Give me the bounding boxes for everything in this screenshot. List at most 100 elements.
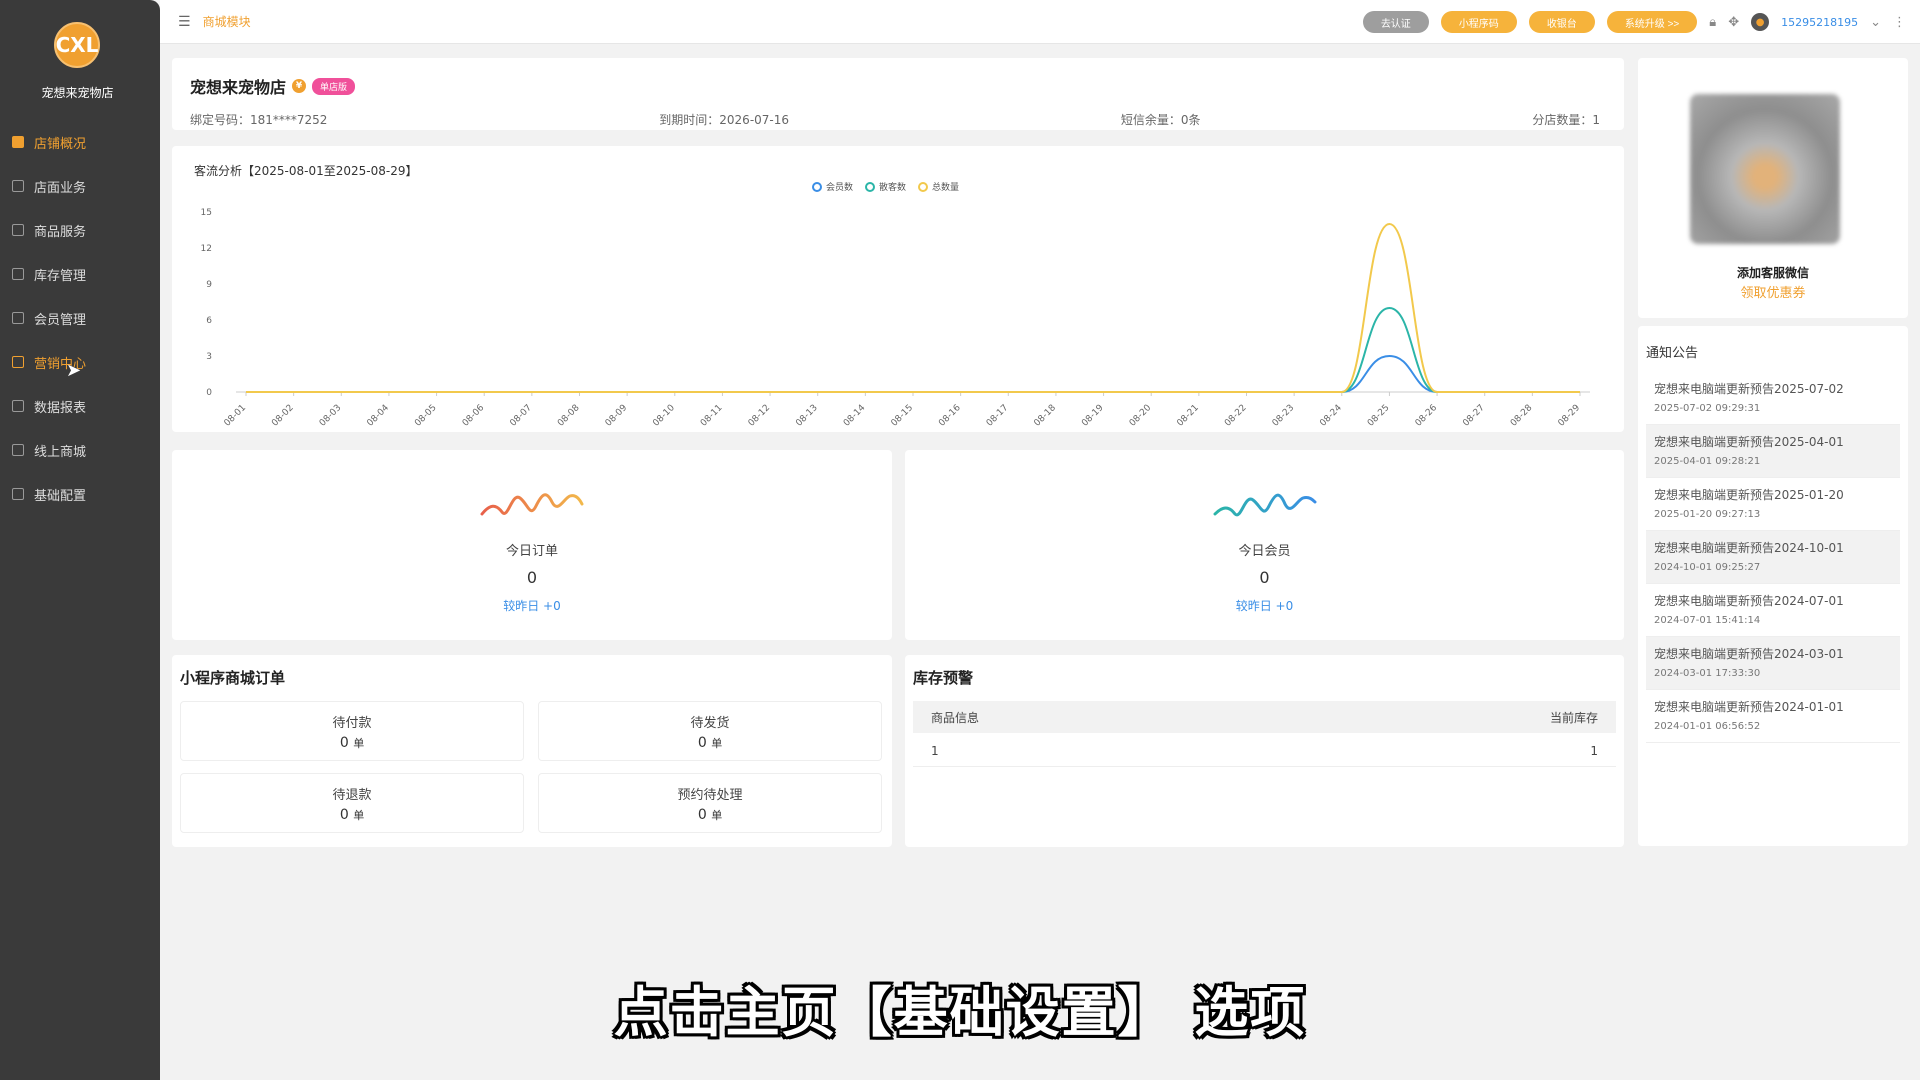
sidebar-item-reports[interactable]: 数据报表 [0,384,160,428]
chevron-down-icon[interactable]: ⌄ [1870,15,1881,30]
x-tick-label: 08-25 [1366,403,1392,429]
x-tick-label: 08-10 [651,403,677,429]
today-orders-delta: 较昨日 +0 [503,599,561,613]
order-cell-pending-payment[interactable]: 待付款 0 单 [180,701,524,761]
x-tick-label: 08-18 [1032,403,1058,429]
mini-program-code-button[interactable]: 小程序码 [1440,11,1517,33]
x-tick-label: 08-06 [461,403,487,429]
x-tick-label: 08-13 [794,403,820,429]
x-tick-label: 08-27 [1461,403,1487,429]
stock-table-header: 商品信息 当前库存 [913,701,1616,733]
store-info-row: 绑定号码：181****7252 到期时间：2026-07-16 短信余量：0条… [190,111,1600,128]
verify-button[interactable]: 去认证 [1362,11,1429,33]
x-tick-label: 08-19 [1080,403,1106,429]
notice-item-date: 2025-04-01 09:28:21 [1654,456,1761,467]
x-tick-label: 08-23 [1271,403,1297,429]
sms-balance: 短信余量：0条 [1120,113,1201,127]
list-item[interactable]: 宠想来电脑端更新预告2024-03-01 2024-03-01 17:33:30 [1646,637,1900,690]
sidebar-item-label: 店铺概况 [34,136,87,152]
coin-icon: ¥ [292,79,307,93]
cashier-button[interactable]: 收银台 [1528,11,1595,33]
notice-item-title: 宠想来电脑端更新预告2025-04-01 [1654,435,1844,449]
x-tick-label: 08-05 [413,403,439,429]
order-cell-value: 0 单 [697,807,723,823]
traffic-line-chart: 0 3 6 9 12 15 08-01 08-02 08-03 08-04 08-05 08-06 08… [201,208,1590,429]
order-cell-label: 待退款 [332,788,372,803]
sidebar-item-label: 库存管理 [34,268,87,284]
menu-toggle-icon[interactable]: ☰ [178,14,191,30]
user-phone[interactable]: 15295218195 [1781,16,1858,29]
mini-orders-title: 小程序商城订单 [180,669,286,687]
notice-item-title: 宠想来电脑端更新预告2024-01-01 [1654,700,1844,714]
x-tick-label: 08-24 [1318,403,1344,429]
sidebar: CXL 宠想来宠物店 店铺概况 店面业务 商品服务 库存管理 会员管理 营销中心… [0,0,160,1080]
notice-item-title: 宠想来电脑端更新预告2025-07-02 [1654,382,1844,396]
x-tick-label: 08-01 [223,403,249,429]
x-tick-label: 08-04 [365,403,391,429]
order-cell-label: 待发货 [690,716,730,731]
x-tick-label: 08-11 [699,403,725,429]
x-tick-label: 08-14 [842,403,868,429]
more-vertical-icon[interactable]: ⋮ [1893,15,1906,30]
system-upgrade-button[interactable]: 系统升级 >> [1606,11,1698,33]
cell-stock: 1 [1590,743,1598,758]
x-tick-label: 08-16 [937,403,963,429]
order-cell-pending-shipment[interactable]: 待发货 0 单 [538,701,882,761]
sidebar-item-label: 店面业务 [34,180,87,196]
stock-warning-panel: 库存预警 商品信息 当前库存 1 1 [905,655,1624,847]
sidebar-item-store-business[interactable]: 店面业务 [0,164,160,208]
edition-badge: 单店版 [312,77,356,95]
goods-icon [12,224,24,236]
list-item[interactable]: 宠想来电脑端更新预告2024-10-01 2024-10-01 09:25:27 [1646,531,1900,584]
store-info-panel: 宠想来宠物店 ¥ 单店版 绑定号码：181****7252 到期时间：2026-… [172,58,1624,130]
x-tick-label: 08-12 [747,403,773,429]
report-icon [12,400,24,412]
x-tick-label: 08-09 [604,403,630,429]
list-item[interactable]: 宠想来电脑端更新预告2025-01-20 2025-01-20 09:27:13 [1646,478,1900,531]
x-tick-label: 08-07 [508,403,534,429]
coupon-link[interactable]: 领取优惠券 [1638,282,1908,301]
expire-time: 到期时间：2026-07-16 [659,113,790,127]
store-name: 宠想来宠物店 [190,78,287,97]
sidebar-store-name: 宠想来宠物店 [41,86,114,100]
notice-item-date: 2024-10-01 09:25:27 [1654,562,1761,573]
column-header-stock: 当前库存 [1549,710,1598,725]
today-members-card: 今日会员 0 较昨日 +0 [905,450,1624,640]
fullscreen-icon[interactable]: ✥ [1728,15,1739,30]
notice-list: 宠想来电脑端更新预告2025-07-02 2025-07-02 09:29:31 … [1646,372,1900,743]
order-cell-pending-refund[interactable]: 待退款 0 单 [180,773,524,833]
sidebar-item-label: 基础配置 [34,488,87,504]
sidebar-item-online-mall[interactable]: 线上商城 [0,428,160,472]
sidebar-item-label: 数据报表 [34,400,87,416]
order-cell-value: 0 单 [339,807,365,823]
lock-icon[interactable]: 🔒︎ [1709,15,1716,30]
mall-module-link[interactable]: 商城模块 [203,13,251,30]
today-members-label: 今日会员 [1238,544,1291,559]
list-item[interactable]: 宠想来电脑端更新预告2024-01-01 2024-01-01 06:56:52 [1646,690,1900,743]
sidebar-item-inventory[interactable]: 库存管理 [0,252,160,296]
sidebar-item-goods-service[interactable]: 商品服务 [0,208,160,252]
notice-item-title: 宠想来电脑端更新预告2025-01-20 [1654,488,1844,502]
branch-count: 分店数量：1 [1532,113,1600,127]
table-row[interactable]: 1 1 [913,735,1616,767]
avatar[interactable]: ● [1751,13,1770,31]
mall-icon [12,444,24,456]
list-item[interactable]: 宠想来电脑端更新预告2024-07-01 2024-07-01 15:41:14 [1646,584,1900,637]
notice-item-date: 2025-01-20 09:27:13 [1654,509,1761,520]
order-cell-pending-booking[interactable]: 预约待处理 0 单 [538,773,882,833]
sidebar-item-store-overview[interactable]: 店铺概况 [0,120,160,164]
y-tick-label: 3 [206,352,212,362]
sidebar-item-basic-config[interactable]: 基础配置 [0,472,160,516]
list-item[interactable]: 宠想来电脑端更新预告2025-04-01 2025-04-01 09:28:21 [1646,425,1900,478]
x-tick-label: 08-22 [1223,403,1249,429]
y-tick-label: 6 [206,316,212,326]
notice-item-date: 2024-01-01 06:56:52 [1654,721,1761,732]
x-tick-label: 08-26 [1414,403,1440,429]
store-icon [12,136,24,148]
y-tick-label: 15 [201,208,212,218]
list-item[interactable]: 宠想来电脑端更新预告2025-07-02 2025-07-02 09:29:31 [1646,372,1900,425]
sidebar-item-members[interactable]: 会员管理 [0,296,160,340]
column-header-goods: 商品信息 [931,710,980,725]
sidebar-item-label: 商品服务 [34,224,87,240]
notice-item-title: 宠想来电脑端更新预告2024-07-01 [1654,594,1844,608]
